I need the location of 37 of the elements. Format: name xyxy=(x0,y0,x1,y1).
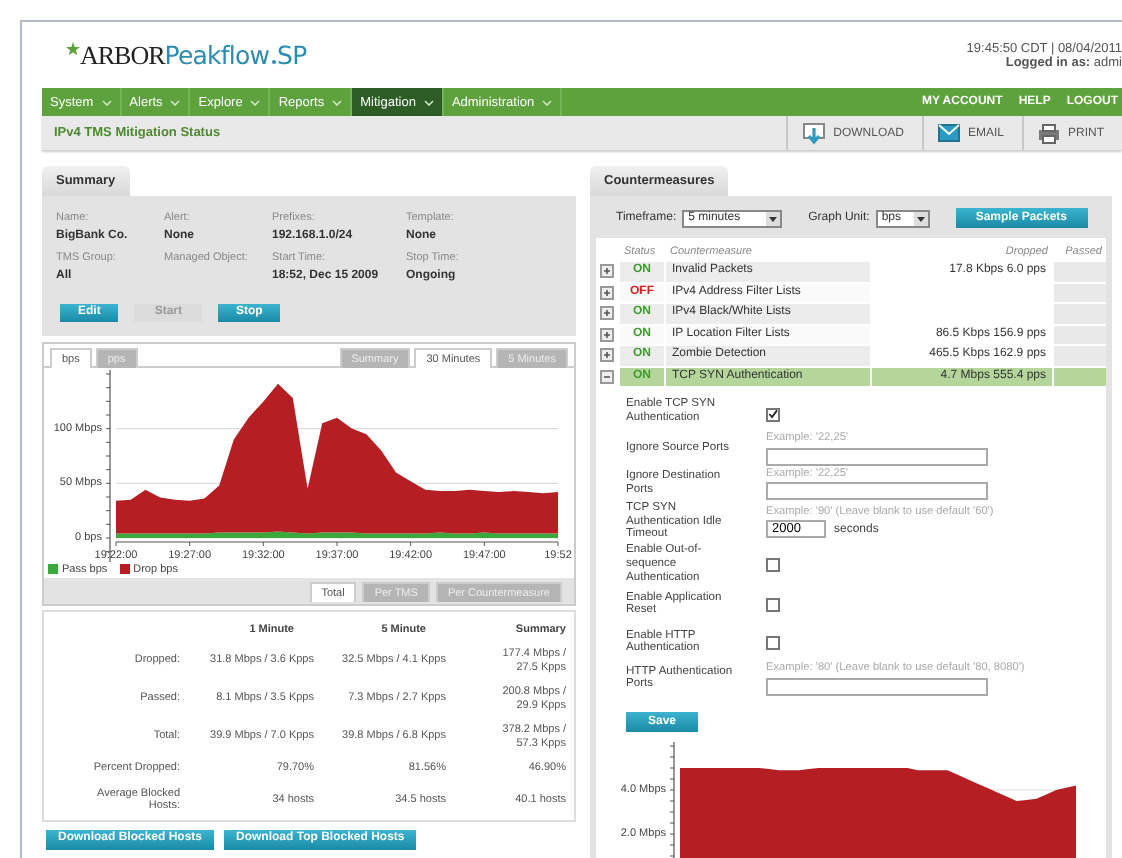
caret-icon xyxy=(101,99,112,105)
table-cell xyxy=(1054,304,1106,323)
printer-icon xyxy=(1038,123,1060,143)
logo-edition: SP xyxy=(277,39,307,69)
checkbox[interactable] xyxy=(766,558,780,573)
logo-brand: ARBOR xyxy=(80,39,165,71)
caret-icon xyxy=(542,99,553,105)
caret-icon xyxy=(423,99,434,105)
table-cell xyxy=(1054,283,1106,302)
table-cell xyxy=(1054,325,1106,344)
table-cell xyxy=(1054,262,1106,281)
expand-icon[interactable] xyxy=(600,285,614,300)
expand-icon[interactable] xyxy=(600,348,614,363)
caret-icon xyxy=(170,99,181,105)
logo-product: Peakflow xyxy=(164,39,270,69)
expand-icon[interactable] xyxy=(600,264,614,279)
input-field[interactable] xyxy=(766,677,988,696)
input-field[interactable] xyxy=(766,447,988,465)
download-icon xyxy=(801,121,826,145)
input-field[interactable] xyxy=(766,482,988,500)
caret-icon xyxy=(332,99,343,105)
checkbox[interactable] xyxy=(766,407,780,421)
caret-icon xyxy=(250,99,261,105)
dropdown-arrow-icon xyxy=(913,211,928,225)
legend-swatch xyxy=(119,564,130,574)
y-axis xyxy=(669,740,675,858)
dropdown-arrow-icon xyxy=(766,211,781,225)
table-cell xyxy=(1054,367,1106,386)
collapse-icon[interactable] xyxy=(600,369,614,384)
expand-icon[interactable] xyxy=(600,327,614,342)
legend-swatch xyxy=(48,564,58,574)
checkbox[interactable] xyxy=(766,636,780,651)
table-cell xyxy=(1054,346,1106,365)
star-icon xyxy=(66,41,80,55)
checkbox[interactable] xyxy=(766,598,780,613)
expand-icon[interactable] xyxy=(600,306,614,321)
email-icon xyxy=(937,124,960,142)
